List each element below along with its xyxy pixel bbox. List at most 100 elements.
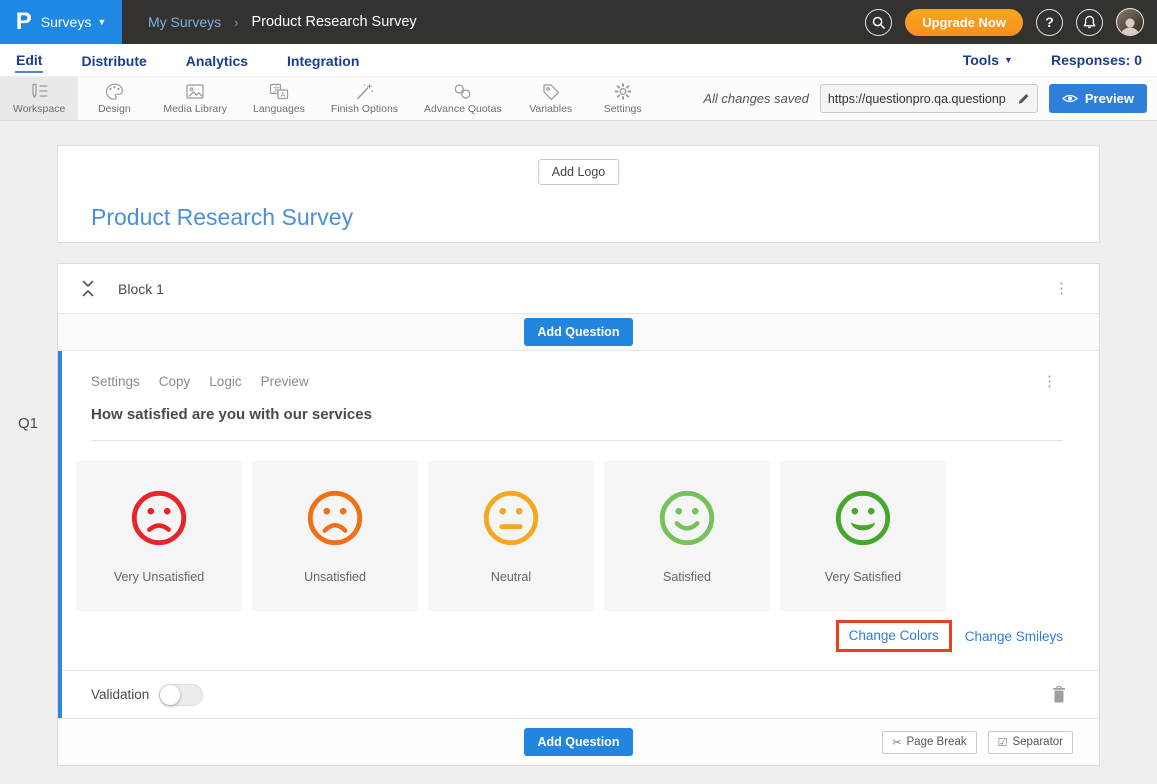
question-body: Settings Copy Logic Preview ⋮ How satisf…: [62, 351, 1099, 670]
question-copy-link[interactable]: Copy: [159, 374, 191, 389]
toolbar-item-label: Workspace: [13, 103, 65, 115]
change-colors-link[interactable]: Change Colors: [849, 628, 939, 643]
gear-icon: [614, 83, 632, 100]
very-unsatisfied-smiley-icon: [128, 487, 190, 549]
add-question-button-bottom[interactable]: Add Question: [524, 728, 634, 756]
toggle-knob: [160, 685, 180, 705]
question-logic-link[interactable]: Logic: [209, 374, 241, 389]
toolbar-item-variables[interactable]: Variables: [515, 77, 587, 120]
survey-url-input[interactable]: [828, 92, 1013, 106]
separator-checkbox-icon: ☑: [998, 736, 1008, 749]
user-photo-icon: [1119, 17, 1141, 35]
survey-header-card: Add Logo Product Research Survey: [57, 145, 1100, 243]
surveys-menu-label: Surveys: [41, 14, 92, 30]
question-settings-link[interactable]: Settings: [91, 374, 140, 389]
annotation-highlight-box: Change Colors: [836, 620, 952, 652]
toolbar-item-finish-options[interactable]: Finish Options: [318, 77, 411, 120]
collapse-vertical-icon: [82, 280, 94, 297]
collapse-block-button[interactable]: [82, 280, 94, 297]
avatar[interactable]: [1116, 8, 1144, 36]
svg-text:A: A: [280, 89, 285, 98]
breadcrumb: My Surveys › Product Research Survey: [148, 14, 417, 30]
surveys-menu[interactable]: Surveys ▼: [41, 14, 107, 30]
page-break-button[interactable]: ✂ Page Break: [882, 731, 976, 754]
question-mark-icon: ?: [1045, 14, 1054, 30]
breadcrumb-my-surveys[interactable]: My Surveys: [148, 14, 221, 30]
top-bar: P Surveys ▼ My Surveys › Product Researc…: [0, 0, 1157, 44]
question-title[interactable]: How satisfied are you with our services: [91, 406, 372, 423]
block-title[interactable]: Block 1: [118, 281, 164, 297]
toolbar-item-label: Advance Quotas: [424, 103, 502, 115]
satisfied-smiley-icon: [656, 487, 718, 549]
upgrade-now-button[interactable]: Upgrade Now: [905, 9, 1023, 36]
delete-question-button[interactable]: [1052, 686, 1066, 703]
preview-button-label: Preview: [1085, 91, 1134, 106]
smiley-option-very-satisfied[interactable]: Very Satisfied: [780, 461, 946, 611]
breadcrumb-separator-icon: ›: [234, 15, 238, 30]
product-switcher[interactable]: P Surveys ▼: [0, 0, 122, 44]
smiley-option-very-unsatisfied[interactable]: Very Unsatisfied: [76, 461, 242, 611]
workspace-icon: [29, 83, 49, 100]
toolbar-item-label: Variables: [529, 103, 572, 115]
tab-edit[interactable]: Edit: [15, 47, 43, 73]
smiley-option-satisfied[interactable]: Satisfied: [604, 461, 770, 611]
add-question-button-top[interactable]: Add Question: [524, 318, 634, 346]
tools-menu-label: Tools: [963, 52, 999, 68]
save-status: All changes saved: [703, 91, 809, 106]
survey-url-box[interactable]: [820, 84, 1038, 113]
editor-toolbar: Workspace Design Media Library 文A Langua…: [0, 76, 1157, 121]
smiley-option-neutral[interactable]: Neutral: [428, 461, 594, 611]
toolbar-item-settings[interactable]: Settings: [587, 77, 659, 120]
block-card: Block 1 ⋮ Add Question Q1 Settings Copy …: [57, 263, 1100, 766]
block-footer: Add Question ✂ Page Break ☑ Separator: [58, 718, 1099, 765]
block-menu-button[interactable]: ⋮: [1048, 279, 1075, 298]
add-question-strip-top: Add Question: [58, 314, 1099, 351]
separator-label: Separator: [1012, 736, 1063, 748]
palette-icon: [105, 83, 124, 100]
smiley-scale: Very Unsatisfied Unsatisfied: [76, 461, 1063, 611]
question-code: Q1: [18, 415, 38, 432]
smiley-label: Very Unsatisfied: [114, 570, 204, 584]
chevron-down-icon: ▼: [97, 17, 106, 27]
tab-integration[interactable]: Integration: [286, 48, 360, 72]
image-icon: [185, 83, 205, 100]
bell-icon: [1083, 15, 1096, 29]
notifications-button[interactable]: [1076, 9, 1103, 36]
smiley-label: Very Satisfied: [825, 570, 901, 584]
responses-count: Responses: 0: [1051, 52, 1142, 68]
change-smileys-link[interactable]: Change Smileys: [965, 629, 1063, 644]
footer-right-buttons: ✂ Page Break ☑ Separator: [882, 719, 1073, 765]
magic-wand-icon: [355, 83, 374, 100]
tab-distribute[interactable]: Distribute: [80, 48, 147, 72]
toolbar-item-design[interactable]: Design: [78, 77, 150, 120]
question-actions: Settings Copy Logic Preview ⋮: [91, 351, 1063, 391]
app-window: P Surveys ▼ My Surveys › Product Researc…: [0, 0, 1157, 784]
toolbar-item-label: Settings: [604, 103, 642, 115]
smiley-label: Neutral: [491, 570, 531, 584]
preview-button[interactable]: Preview: [1049, 84, 1147, 113]
tab-analytics[interactable]: Analytics: [185, 48, 249, 72]
toolbar-item-media-library[interactable]: Media Library: [150, 77, 240, 120]
toolbar-item-languages[interactable]: 文A Languages: [240, 77, 318, 120]
separator-button[interactable]: ☑ Separator: [988, 731, 1073, 754]
question-menu-button[interactable]: ⋮: [1036, 372, 1063, 391]
eye-icon: [1062, 93, 1078, 104]
survey-title[interactable]: Product Research Survey: [91, 204, 353, 231]
validation-row: Validation: [62, 670, 1099, 718]
toolbar-item-workspace[interactable]: Workspace: [0, 77, 78, 120]
help-button[interactable]: ?: [1036, 9, 1063, 36]
tools-menu[interactable]: Tools ▼: [963, 52, 1013, 68]
question-preview-link[interactable]: Preview: [261, 374, 309, 389]
toolbar-item-advance-quotas[interactable]: Advance Quotas: [411, 77, 515, 120]
trash-icon: [1052, 686, 1066, 703]
validation-toggle[interactable]: [159, 684, 203, 706]
smiley-option-unsatisfied[interactable]: Unsatisfied: [252, 461, 418, 611]
edit-pencil-icon[interactable]: [1017, 92, 1030, 105]
very-satisfied-smiley-icon: [832, 487, 894, 549]
breadcrumb-current-survey: Product Research Survey: [251, 14, 416, 30]
chain-links-icon: [453, 83, 472, 100]
chevron-down-icon: ▼: [1004, 55, 1013, 65]
search-button[interactable]: [865, 9, 892, 36]
add-logo-button[interactable]: Add Logo: [538, 159, 620, 185]
translate-icon: 文A: [269, 83, 289, 100]
